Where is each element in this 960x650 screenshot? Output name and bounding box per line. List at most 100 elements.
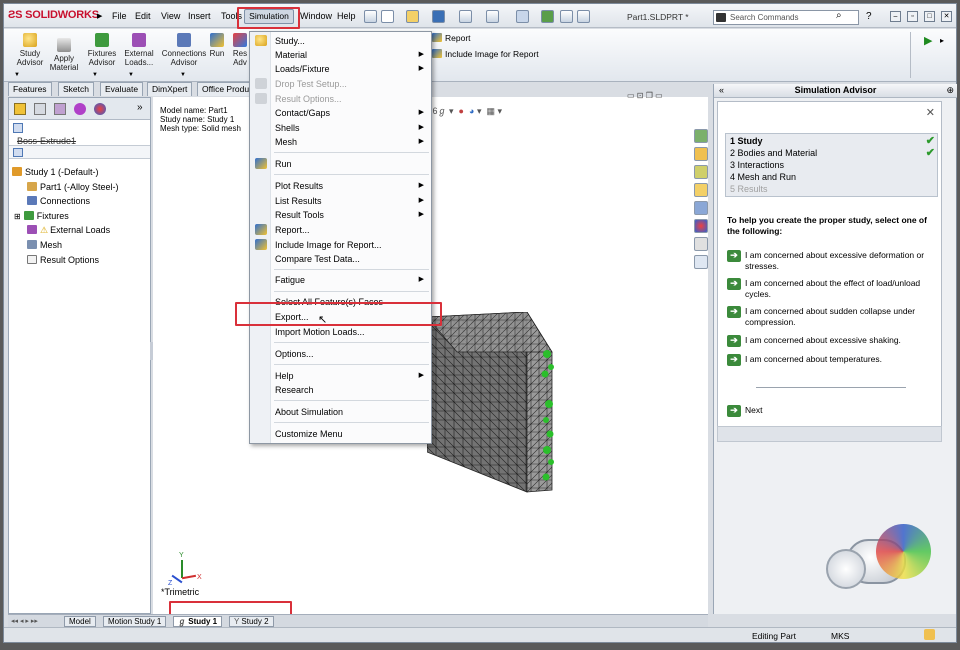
connections-advisor-button[interactable]: Connections Advisor [160, 33, 208, 67]
menu-item-fatigue[interactable]: Fatigue ▶ [275, 275, 430, 285]
new-icon[interactable] [381, 10, 394, 23]
menu-item-include-image[interactable]: Include Image for Report... [275, 240, 382, 250]
mesh-model[interactable] [427, 312, 567, 497]
property-manager-icon[interactable] [34, 103, 46, 115]
apply-material-button[interactable]: Apply Material [47, 38, 81, 72]
external-loads-button[interactable]: External Loads... [120, 33, 158, 67]
view-toolbar[interactable]: ▾ 6ℊ ▾ ● ◕ ▾ ▦ ▾ [423, 104, 502, 117]
taskpane-simulation-advisor-icon[interactable] [694, 255, 708, 269]
menu-item-material[interactable]: Material ▶ [275, 50, 430, 60]
taskpane-library-icon[interactable] [694, 165, 708, 179]
restore-button[interactable]: □ [924, 11, 935, 22]
menu-item-options[interactable]: Options... [275, 349, 314, 359]
pin-icon[interactable] [364, 10, 377, 23]
menu-item-customize[interactable]: Customize Menu [275, 429, 343, 439]
help-icon[interactable]: ? [866, 11, 872, 22]
menu-window[interactable]: Window [300, 11, 332, 21]
menu-item-mesh[interactable]: Mesh ▶ [275, 137, 430, 147]
advisor-close-icon[interactable]: ✕ [926, 106, 935, 119]
menu-item-plot-results[interactable]: Plot Results ▶ [275, 181, 430, 191]
menu-item-research[interactable]: Research [275, 385, 314, 395]
menu-item-list-results[interactable]: List Results ▶ [275, 196, 430, 206]
tree-item-part[interactable]: Part1 (-Alloy Steel-) [27, 182, 119, 192]
expand-icon[interactable]: ▸ [940, 36, 944, 45]
step-interactions[interactable]: 3 Interactions [730, 160, 784, 170]
filter-icon[interactable] [13, 123, 23, 133]
menu-item-result-tools[interactable]: Result Tools ▶ [275, 210, 430, 220]
play-icon[interactable]: ▶ [924, 34, 932, 47]
tab-office-products[interactable]: Office Produ [197, 82, 255, 96]
tree-item-connections[interactable]: Connections [27, 196, 90, 206]
display-manager-icon[interactable] [94, 103, 106, 115]
close-button[interactable]: ✕ [941, 11, 952, 22]
step-bodies-material[interactable]: 2 Bodies and Material [730, 148, 817, 158]
minimize-button[interactable]: – [890, 11, 901, 22]
tree-item-mesh[interactable]: Mesh [27, 240, 62, 250]
tab-motion-study-1[interactable]: Motion Study 1 [103, 616, 167, 627]
menu-view[interactable]: View [161, 11, 180, 21]
report-button[interactable]: Report [432, 33, 471, 43]
tab-model[interactable]: Model [64, 616, 96, 627]
loads-dropdown-icon[interactable]: ▼ [128, 72, 134, 78]
select-icon[interactable] [516, 10, 529, 23]
taskpane-custom-properties-icon[interactable] [694, 237, 708, 251]
tab-evaluate[interactable]: Evaluate [100, 82, 144, 96]
tab-sketch[interactable]: Sketch [58, 82, 94, 96]
menu-item-help[interactable]: Help ▶ [275, 371, 430, 381]
panel-expand-icon[interactable]: » [137, 102, 143, 113]
tab-features[interactable]: Features [8, 82, 52, 96]
print-icon[interactable] [459, 10, 472, 23]
menu-item-shells[interactable]: Shells ▶ [275, 123, 430, 133]
options-icon[interactable] [577, 10, 590, 23]
save-icon[interactable] [432, 10, 445, 23]
step-mesh-run[interactable]: 4 Mesh and Run [730, 172, 796, 182]
menu-item-contact-gaps[interactable]: Contact/Gaps ▶ [275, 108, 430, 118]
dimxpert-icon[interactable] [74, 103, 86, 115]
tab-dimxpert[interactable]: DimXpert [147, 82, 193, 96]
tree-item-external-loads[interactable]: ⚠ External Loads [27, 225, 110, 236]
menu-file[interactable]: File [112, 11, 127, 21]
rebuild-icon[interactable] [541, 10, 554, 23]
menu-edit[interactable]: Edit [135, 11, 151, 21]
pin-panel-icon[interactable]: ⊕ [946, 84, 954, 97]
tab-study-1[interactable]: ℊ Study 1 [173, 616, 223, 627]
menu-item-run[interactable]: Run [275, 159, 292, 169]
taskpane-home-icon[interactable] [694, 147, 708, 161]
tab-scroll-icons[interactable]: ◂◂ ◂ ▸ ▸▸ [11, 617, 38, 625]
taskpane-view-palette-icon[interactable] [694, 201, 708, 215]
study-dropdown-icon[interactable]: ▼ [14, 72, 20, 78]
taskpane-resources-icon[interactable] [694, 129, 708, 143]
config-manager-icon[interactable] [54, 103, 66, 115]
step-study[interactable]: 1 Study [730, 136, 763, 146]
restore-icon[interactable]: ▫ [907, 11, 918, 22]
fixtures-advisor-button[interactable]: Fixtures Advisor [84, 33, 120, 67]
menu-item-report[interactable]: Report... [275, 225, 310, 235]
menu-item-study[interactable]: Study... [275, 36, 305, 46]
taskpane-appearances-icon[interactable] [694, 219, 708, 233]
open-icon[interactable] [406, 10, 419, 23]
results-advisor-button[interactable]: Res Adv [231, 33, 249, 67]
feature-manager-icon[interactable] [14, 103, 26, 115]
undo-icon[interactable] [486, 10, 499, 23]
menu-item-compare-test-data[interactable]: Compare Test Data... [275, 254, 360, 264]
taskpane-explorer-icon[interactable] [694, 183, 708, 197]
menu-item-loads-fixture[interactable]: Loads/Fixture ▶ [275, 64, 430, 74]
menu-item-import-motion-loads[interactable]: Import Motion Loads... [275, 327, 365, 337]
menu-help[interactable]: Help [337, 11, 356, 21]
include-image-button[interactable]: Include Image for Report [432, 49, 539, 59]
tab-study-2[interactable]: Y Study 2 [229, 616, 274, 627]
logo-arrow-icon[interactable]: ▶ [97, 12, 102, 20]
menu-insert[interactable]: Insert [188, 11, 211, 21]
tree-item-study[interactable]: Study 1 (-Default-) [12, 167, 99, 177]
status-units[interactable]: MKS [831, 631, 849, 641]
connections-dropdown-icon[interactable]: ▼ [180, 72, 186, 78]
tree-item-fixtures[interactable]: ⊞ Fixtures [14, 211, 69, 221]
search-icon[interactable]: ⌕ [836, 10, 842, 21]
file-properties-icon[interactable] [560, 10, 573, 23]
run-button[interactable]: Run [207, 33, 227, 58]
study-advisor-button[interactable]: Study Advisor [13, 33, 47, 67]
collapse-icon[interactable]: « [719, 84, 724, 97]
quick-tips-icon[interactable] [924, 629, 935, 640]
fixtures-dropdown-icon[interactable]: ▼ [92, 72, 98, 78]
viewport-controls[interactable]: ▭ ⊡ ❐ ▭ [627, 91, 663, 100]
